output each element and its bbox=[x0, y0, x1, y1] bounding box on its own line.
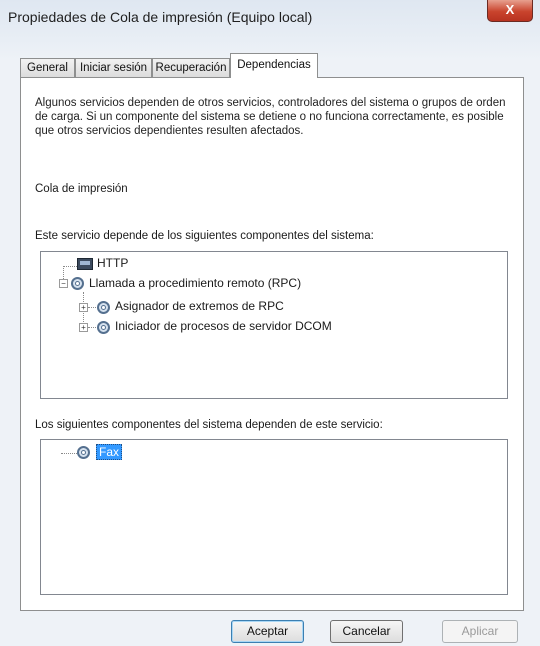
dependents-label: Los siguientes componentes del sistema d… bbox=[35, 419, 383, 431]
depends-on-tree[interactable]: HTTP − Llamada a procedimiento remoto (R… bbox=[40, 251, 508, 399]
window-title: Propiedades de Cola de impresión (Equipo… bbox=[8, 9, 313, 25]
ok-button[interactable]: Aceptar bbox=[231, 620, 304, 643]
expand-icon[interactable]: + bbox=[79, 323, 88, 332]
gear-icon bbox=[97, 321, 110, 334]
tree-item-rpc[interactable]: Llamada a procedimiento remoto (RPC) bbox=[89, 276, 301, 290]
service-name: Cola de impresión bbox=[35, 183, 128, 195]
tab-iniciar-sesion[interactable]: Iniciar sesión bbox=[75, 58, 152, 77]
gear-icon bbox=[77, 446, 90, 459]
dependents-tree[interactable]: Fax bbox=[40, 439, 508, 595]
gear-icon bbox=[71, 277, 84, 290]
tree-item-asignador-rpc[interactable]: Asignador de extremos de RPC bbox=[115, 299, 284, 313]
dependencies-description: Algunos servicios dependen de otros serv… bbox=[35, 97, 506, 137]
depends-on-label: Este servicio depende de los siguientes … bbox=[35, 230, 374, 242]
tab-general[interactable]: General bbox=[20, 58, 75, 77]
tree-connector bbox=[88, 307, 96, 308]
tree-item-fax[interactable]: Fax bbox=[96, 444, 123, 460]
close-button[interactable]: X bbox=[487, 0, 533, 22]
title-bar[interactable]: Propiedades de Cola de impresión (Equipo… bbox=[0, 0, 540, 34]
gear-icon bbox=[97, 301, 110, 314]
tree-connector bbox=[63, 266, 77, 267]
tab-recuperacion[interactable]: Recuperación bbox=[152, 58, 230, 77]
tree-item-iniciador-dcom[interactable]: Iniciador de procesos de servidor DCOM bbox=[115, 319, 332, 333]
expand-icon[interactable]: + bbox=[79, 303, 88, 312]
collapse-icon[interactable]: − bbox=[59, 279, 68, 288]
tab-dependencias[interactable]: Dependencias bbox=[230, 53, 318, 78]
cancel-button[interactable]: Cancelar bbox=[330, 620, 403, 643]
close-icon: X bbox=[505, 2, 515, 17]
tree-connector bbox=[88, 327, 96, 328]
driver-icon bbox=[77, 258, 93, 270]
tree-item-http[interactable]: HTTP bbox=[97, 256, 128, 270]
tree-connector bbox=[61, 453, 77, 454]
apply-button[interactable]: Aplicar bbox=[442, 620, 518, 643]
